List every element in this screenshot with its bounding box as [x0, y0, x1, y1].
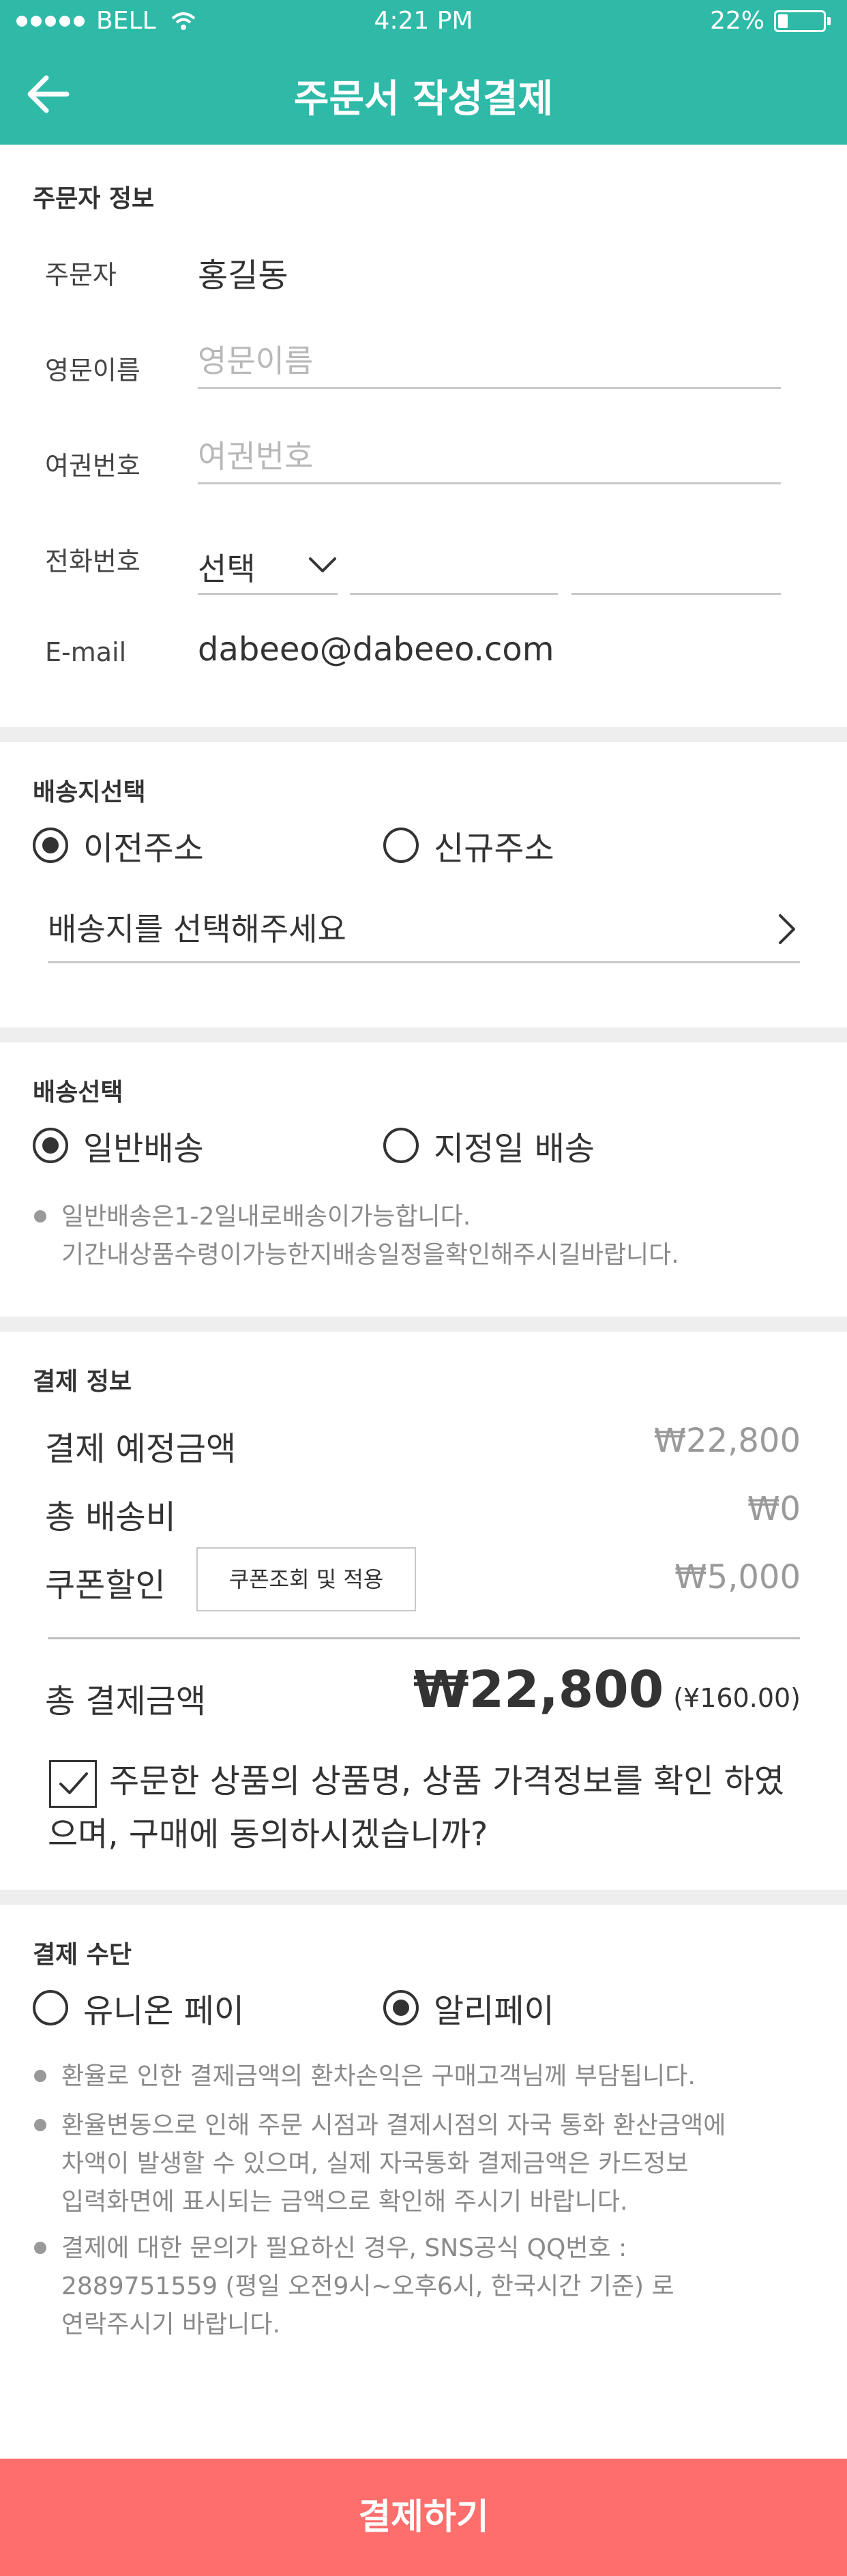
address-select-prompt: 배송지를 선택해주세요 — [48, 911, 346, 948]
payment-note-text: 환율로 인한 결제금액의 환차손익은 구매고객님께 부담됩니다. — [61, 2062, 696, 2090]
email-value: dabeeo@dabeeo.com — [198, 630, 554, 669]
bullet-icon — [34, 2070, 46, 2082]
phone-select-value: 선택 — [198, 551, 256, 587]
payment-note: 환율변동으로 인해 주문 시점과 결제시점의 자국 통화 환산금액에 차액이 발… — [34, 2107, 805, 2221]
agree-text-line1: 주문한 상품의 상품명, 상품 가격정보를 확인 하였 — [109, 1762, 785, 1800]
status-bar: BELL 4:21 PM 22% — [0, 0, 847, 44]
app-header: 주문서 작성결제 — [0, 44, 847, 145]
radio-label: 알리페이 — [434, 1992, 554, 2030]
section-title-payment-method: 결제 수단 — [33, 1941, 132, 1969]
total-amount-value: ₩22,800 — [413, 1660, 664, 1719]
passport-input[interactable] — [198, 430, 781, 484]
payment-note: 환율로 인한 결제금액의 환차손익은 구매고객님께 부담됩니다. — [34, 2058, 805, 2096]
section-divider — [0, 1890, 847, 1905]
radio-unionpay[interactable]: 유니온 페이 — [33, 1984, 244, 2032]
shipping-fee-value: ₩0 — [747, 1490, 801, 1528]
phone-last-input[interactable] — [571, 540, 781, 595]
radio-alipay[interactable]: 알리페이 — [383, 1984, 554, 2032]
english-name-input[interactable] — [198, 334, 781, 389]
radio-label: 신규주소 — [434, 830, 554, 868]
battery-indicator: 22% — [710, 7, 831, 35]
agree-text-line2: 으며, 구매에 동의하시겠습니까? — [48, 1815, 488, 1854]
passport-label: 여권번호 — [45, 451, 140, 481]
coupon-lookup-button[interactable]: 쿠폰조회 및 적용 — [196, 1547, 416, 1611]
checkmark-icon — [59, 1772, 88, 1794]
radio-unchecked-icon — [383, 828, 419, 863]
chevron-right-icon — [779, 914, 795, 944]
section-divider — [0, 727, 847, 742]
expected-amount-label: 결제 예정금액 — [45, 1430, 237, 1468]
battery-percent: 22% — [709, 7, 764, 35]
total-divider — [48, 1637, 800, 1639]
orderer-value: 홍길동 — [198, 257, 288, 295]
email-label: E-mail — [45, 637, 127, 667]
total-amount: ₩22,800 (¥160.00) — [413, 1660, 801, 1719]
delivery-note: 일반배송은1-2일내로배송이가능합니다. 기간내상품수령이가능한지배송일정을확인… — [34, 1198, 805, 1274]
radio-label: 이전주소 — [83, 830, 204, 868]
orderer-label: 주문자 — [45, 260, 117, 290]
coupon-label: 쿠폰할인 — [45, 1566, 166, 1605]
radio-new-address[interactable]: 신규주소 — [383, 821, 554, 869]
section-title-payment-info: 결제 정보 — [33, 1368, 132, 1396]
phone-country-select[interactable]: 선택 — [198, 540, 338, 595]
radio-unchecked-icon — [383, 1128, 419, 1163]
page-title: 주문서 작성결제 — [293, 77, 554, 121]
expected-amount-value: ₩22,800 — [653, 1422, 801, 1460]
radio-label: 지정일 배송 — [434, 1130, 595, 1168]
delivery-note-text: 일반배송은1-2일내로배송이가능합니다. 기간내상품수령이가능한지배송일정을확인… — [61, 1203, 679, 1269]
section-title-delivery: 배송선택 — [33, 1079, 123, 1107]
payment-note: 결제에 대한 문의가 필요하신 경우, SNS공식 QQ번호 : 2889751… — [34, 2229, 805, 2344]
section-title-address: 배송지선택 — [33, 778, 146, 806]
agree-checkbox[interactable] — [49, 1760, 97, 1808]
phone-label: 전화번호 — [45, 546, 140, 576]
total-amount-label: 총 결제금액 — [45, 1682, 207, 1721]
section-title-orderer: 주문자 정보 — [33, 185, 155, 213]
radio-checked-icon — [33, 1128, 68, 1163]
payment-note-text: 결제에 대한 문의가 필요하신 경우, SNS공식 QQ번호 : 2889751… — [61, 2234, 674, 2339]
phone-middle-input[interactable] — [350, 540, 558, 595]
radio-checked-icon — [383, 1990, 419, 2025]
section-divider — [0, 1317, 847, 1332]
battery-icon — [774, 10, 826, 32]
agree-text: 주문한 상품의 상품명, 상품 가격정보를 확인 하였 으며, 구매에 동의하시… — [48, 1755, 805, 1861]
radio-checked-icon — [33, 828, 68, 863]
radio-previous-address[interactable]: 이전주소 — [33, 821, 204, 869]
radio-standard-delivery[interactable]: 일반배송 — [33, 1122, 204, 1169]
radio-label: 유니온 페이 — [83, 1992, 245, 2030]
bullet-icon — [34, 2242, 46, 2254]
chevron-down-icon — [309, 557, 336, 572]
total-amount-cny: (¥160.00) — [673, 1683, 801, 1713]
coupon-discount-value: ₩5,000 — [674, 1558, 801, 1596]
english-name-label: 영문이름 — [45, 355, 140, 385]
section-divider — [0, 1027, 847, 1042]
pay-button[interactable]: 결제하기 — [0, 2459, 847, 2576]
radio-unchecked-icon — [33, 1990, 68, 2025]
payment-note-text: 환율변동으로 인해 주문 시점과 결제시점의 자국 통화 환산금액에 차액이 발… — [61, 2111, 726, 2216]
address-select-row[interactable]: 배송지를 선택해주세요 — [48, 895, 800, 963]
radio-label: 일반배송 — [83, 1130, 204, 1168]
bullet-icon — [34, 2119, 46, 2131]
bullet-icon — [34, 1210, 46, 1223]
shipping-fee-label: 총 배송비 — [45, 1498, 176, 1536]
radio-scheduled-delivery[interactable]: 지정일 배송 — [383, 1122, 595, 1169]
